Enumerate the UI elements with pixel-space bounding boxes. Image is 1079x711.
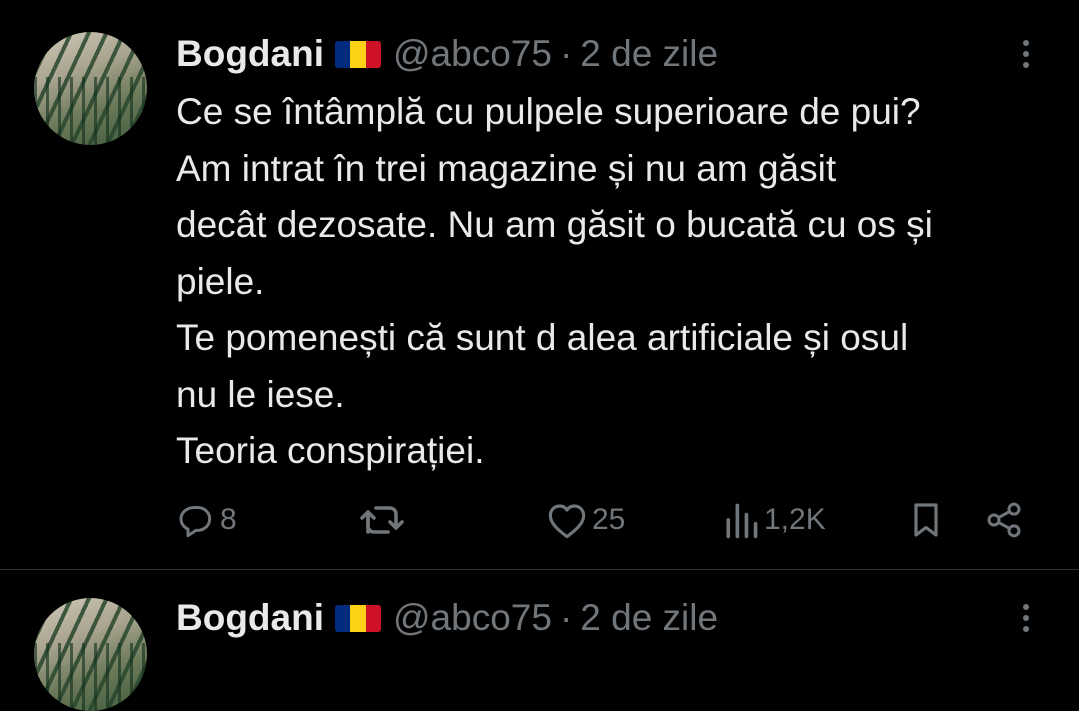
separator: ·: [559, 597, 573, 638]
more-icon[interactable]: [1021, 40, 1031, 68]
tweet-header: Bogdani @abco75 · 2 de zile: [176, 32, 718, 76]
share-button[interactable]: [983, 496, 1025, 544]
author-name[interactable]: Bogdani: [176, 33, 324, 75]
tweet-text: Ce se întâmplă cu pulpele superioare de …: [176, 84, 1056, 480]
tweet-text-line: decât dezosate. Nu am găsit o bucată cu …: [176, 204, 933, 245]
tweet-header: Bogdani @abco75 · 2 de zile: [176, 596, 718, 640]
romania-flag-icon: [334, 40, 381, 68]
timestamp[interactable]: 2 de zile: [580, 33, 718, 75]
tweet-divider: [0, 569, 1079, 570]
views-icon: [726, 503, 758, 539]
avatar[interactable]: [34, 32, 147, 145]
romania-flag-icon: [334, 604, 381, 632]
like-button[interactable]: 25: [546, 496, 625, 544]
retweet-icon: [360, 506, 404, 534]
like-count: 25: [592, 503, 626, 536]
separator: ·: [559, 33, 573, 74]
tweet-text-line: nu le iese.: [176, 373, 345, 415]
author-handle[interactable]: @abco75: [393, 33, 552, 75]
tweet-text-line: Teoria conspirației.: [176, 430, 485, 471]
heart-icon: [548, 504, 586, 539]
avatar[interactable]: [34, 598, 147, 711]
tweet-text-line: Ce se întâmplă cu pulpele superioare de …: [176, 91, 921, 132]
timestamp[interactable]: 2 de zile: [580, 597, 718, 639]
tweet-text-line: Am intrat în trei magazine și nu am găsi…: [176, 147, 837, 189]
tweet[interactable]: Bogdani @abco75 · 2 de zile: [0, 571, 1079, 711]
reply-count: 8: [220, 503, 237, 536]
reply-icon: [179, 506, 212, 538]
tweet-text-line: Te pomenești că sunt d alea artificiale …: [176, 317, 909, 358]
action-bar: 8 25 1,2K: [0, 496, 1079, 544]
tweet[interactable]: Bogdani @abco75 · 2 de zile Ce se întâmp…: [0, 0, 1079, 570]
more-icon[interactable]: [1021, 604, 1031, 632]
retweet-button[interactable]: [358, 496, 406, 544]
views-button[interactable]: 1,2K: [722, 496, 826, 544]
bookmark-icon: [914, 503, 938, 537]
author-name[interactable]: Bogdani: [176, 597, 324, 639]
tweet-text-line: piele.: [176, 260, 265, 302]
share-icon: [987, 502, 1021, 538]
author-handle[interactable]: @abco75: [393, 597, 552, 639]
bookmark-button[interactable]: [906, 496, 946, 544]
views-count: 1,2K: [764, 503, 826, 536]
reply-button[interactable]: 8: [176, 496, 237, 544]
